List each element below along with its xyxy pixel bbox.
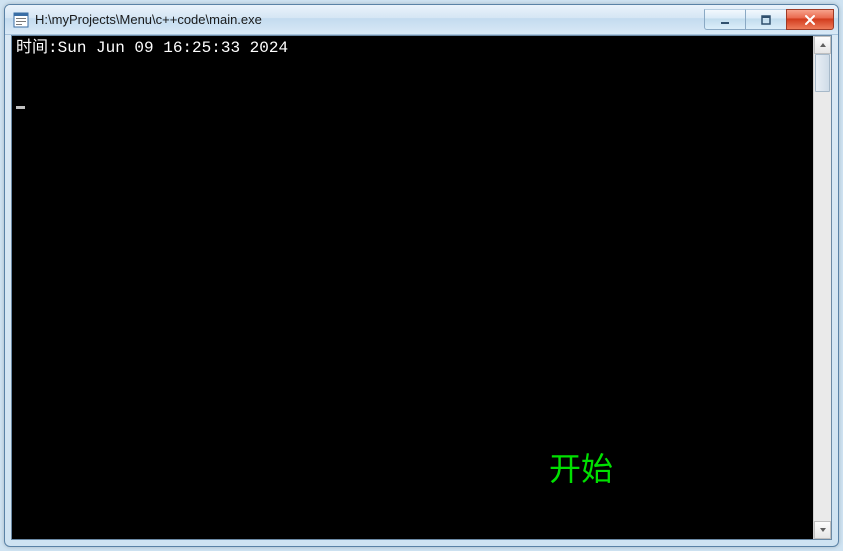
- time-label: 时间:: [16, 39, 58, 57]
- start-label: 开始: [549, 459, 613, 479]
- scroll-track[interactable]: [814, 54, 831, 521]
- app-window: H:\myProjects\Menu\c++code\main.exe 时间:S…: [4, 4, 839, 547]
- text-cursor: [16, 106, 25, 109]
- scroll-down-button[interactable]: [814, 521, 831, 539]
- titlebar[interactable]: H:\myProjects\Menu\c++code\main.exe: [5, 5, 838, 35]
- client-area: 时间:Sun Jun 09 16:25:33 2024 开始: [11, 35, 832, 540]
- vertical-scrollbar[interactable]: [813, 36, 831, 539]
- maximize-button[interactable]: [745, 9, 787, 30]
- console-output[interactable]: 时间:Sun Jun 09 16:25:33 2024 开始: [12, 36, 813, 539]
- time-value: Sun Jun 09 16:25:33 2024: [58, 39, 288, 57]
- app-icon: [13, 12, 29, 28]
- window-controls: [705, 9, 834, 30]
- window-title: H:\myProjects\Menu\c++code\main.exe: [35, 12, 705, 27]
- time-line: 时间:Sun Jun 09 16:25:33 2024: [16, 38, 809, 58]
- scroll-up-button[interactable]: [814, 36, 831, 54]
- minimize-button[interactable]: [704, 9, 746, 30]
- close-button[interactable]: [786, 9, 834, 30]
- scroll-thumb[interactable]: [815, 54, 830, 92]
